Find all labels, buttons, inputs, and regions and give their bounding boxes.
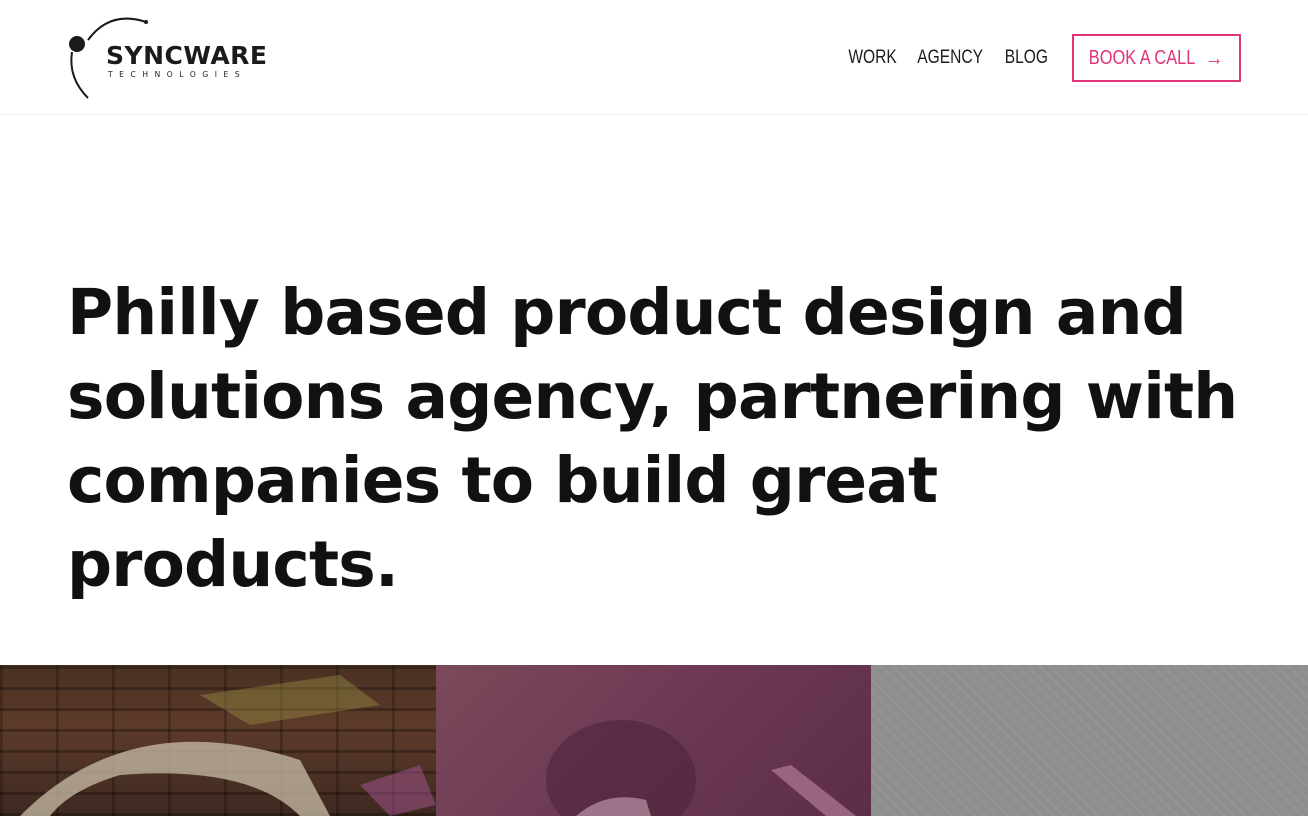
nav-link-agency[interactable]: AGENCY [917, 47, 983, 69]
book-a-call-label: BOOK A CALL [1089, 46, 1196, 69]
nav-link-work[interactable]: WORK [848, 47, 896, 69]
brick-graffiti-shape [20, 675, 436, 816]
nav-link-blog[interactable]: BLOG [1005, 47, 1048, 69]
gallery-tile-brick-wall-art[interactable] [0, 665, 436, 816]
logo-subtitle: TECHNOLOGIES [108, 70, 247, 79]
gallery-tile-purple-portrait[interactable] [436, 665, 871, 816]
logo-wordmark: SYNCWARE [106, 41, 268, 70]
logo-link[interactable]: SYNCWARE TECHNOLOGIES [62, 12, 302, 102]
book-a-call-content: BOOK A CALL → [1089, 45, 1224, 71]
hero-headline: Philly based product design and solution… [67, 276, 1238, 601]
gallery-tile-gray-pattern[interactable] [871, 665, 1308, 816]
work-gallery [0, 665, 1308, 816]
main-nav: WORK AGENCY BLOG BOOK A CALL → [838, 34, 1241, 82]
portrait-shape [546, 720, 856, 816]
arrow-right-icon: → [1205, 45, 1224, 70]
book-a-call-button[interactable]: BOOK A CALL → [1072, 34, 1241, 82]
site-header: SYNCWARE TECHNOLOGIES WORK AGENCY BLOG B… [0, 0, 1308, 115]
